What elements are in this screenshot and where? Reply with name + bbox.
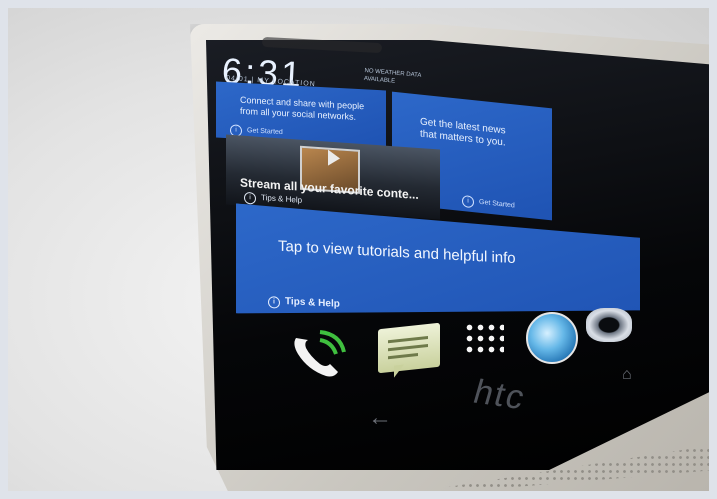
info-icon: i [244,191,256,205]
messages-icon[interactable] [378,322,440,374]
tile-tips-footer: i Tips & Help [268,295,340,312]
phone-icon[interactable] [290,330,350,380]
info-icon: i [462,194,474,209]
play-icon [328,149,340,167]
home-icon[interactable]: ⌂ [622,366,632,384]
browser-icon[interactable] [526,312,578,364]
tile-news-text: Get the latest news that matters to you. [420,116,506,149]
tile-social-text: Connect and share with people from all y… [240,94,365,122]
apps-icon[interactable] [464,322,504,356]
tile-news-footer: i Get Started [462,194,515,213]
brand-logo: htc [469,372,531,418]
info-icon: i [268,296,280,309]
camera-icon[interactable] [586,308,632,342]
back-icon[interactable]: ← [368,404,392,432]
tile-tips-text: Tap to view tutorials and helpful info [278,237,516,268]
